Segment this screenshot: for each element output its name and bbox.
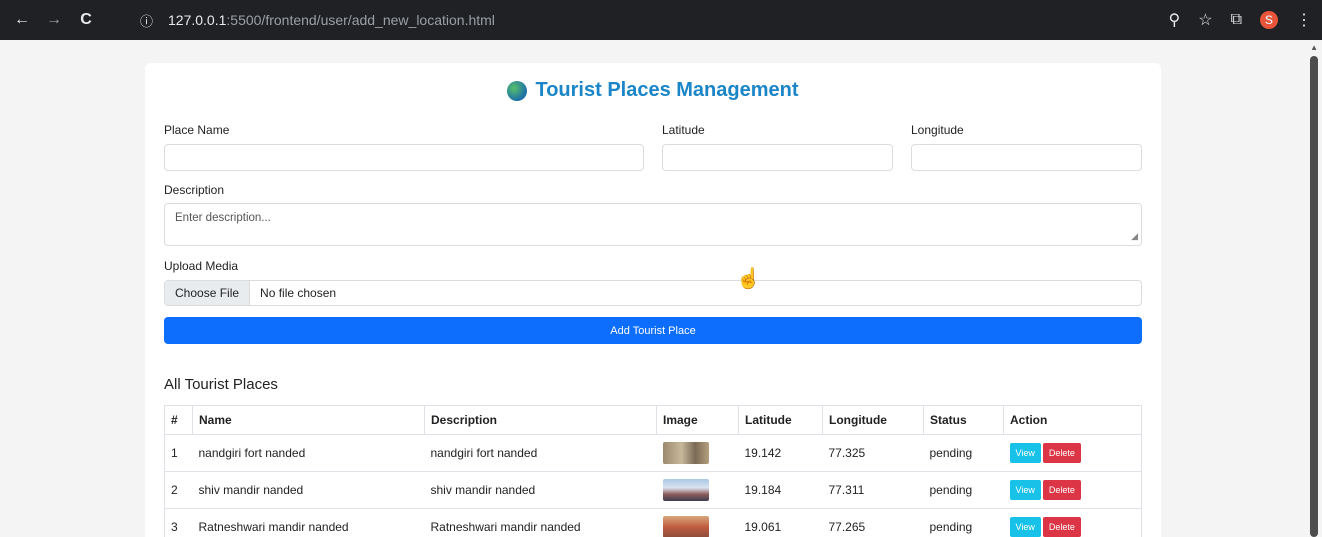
cell-num: 3: [164, 508, 193, 537]
cell-description: nandgiri fort nanded: [424, 434, 657, 472]
description-textarea[interactable]: Enter description... ◢: [164, 203, 1142, 246]
table-row: 1 nandgiri fort nanded nandgiri fort nan…: [164, 434, 1142, 472]
site-info-icon[interactable]: ⓘ: [140, 11, 160, 30]
address-bar[interactable]: ⓘ 127.0.0.1:5500/frontend/user/add_new_l…: [128, 6, 1138, 34]
header-num: #: [164, 405, 193, 435]
cell-num: 1: [164, 434, 193, 472]
cell-status: pending: [923, 471, 1004, 509]
header-action: Action: [1003, 405, 1142, 435]
place-thumbnail: [662, 516, 709, 537]
management-card: Tourist Places Management Place Name Lat…: [145, 63, 1161, 537]
view-button[interactable]: View: [1009, 517, 1041, 537]
header-longitude: Longitude: [822, 405, 924, 435]
view-button[interactable]: View: [1009, 480, 1041, 500]
section-title: All Tourist Places: [164, 376, 278, 393]
url-host: 127.0.0.1: [168, 12, 227, 28]
cell-name: nandgiri fort nanded: [192, 434, 425, 472]
cell-action: View Delete: [1003, 508, 1142, 537]
cell-latitude: 19.142: [738, 434, 823, 472]
place-name-input[interactable]: [164, 144, 644, 171]
zoom-icon[interactable]: ⚲: [1169, 10, 1181, 30]
table-header-row: # Name Description Image Latitude Longit…: [164, 405, 1142, 435]
delete-button[interactable]: Delete: [1042, 443, 1081, 463]
page-title-text: Tourist Places Management: [535, 79, 799, 101]
cell-latitude: 19.061: [738, 508, 823, 537]
add-tourist-place-button[interactable]: Add Tourist Place: [164, 317, 1142, 344]
page-title: Tourist Places Management: [145, 79, 1161, 102]
globe-icon: [507, 80, 528, 101]
latitude-input[interactable]: [662, 144, 893, 171]
header-name: Name: [192, 405, 425, 435]
url-path: :5500/frontend/user/add_new_location.htm…: [226, 12, 495, 28]
resize-handle-icon[interactable]: ◢: [1131, 231, 1138, 242]
cell-longitude: 77.311: [822, 471, 924, 509]
profile-avatar[interactable]: s: [1260, 11, 1278, 29]
place-thumbnail: [662, 479, 709, 501]
forward-icon[interactable]: →: [38, 0, 70, 40]
cell-image: [656, 434, 739, 472]
cell-num: 2: [164, 471, 193, 509]
browser-toolbar: ← → C ⓘ 127.0.0.1:5500/frontend/user/add…: [0, 0, 1322, 40]
table-row: 2 shiv mandir nanded shiv mandir nanded …: [164, 471, 1142, 509]
file-status-text: No file chosen: [260, 286, 337, 300]
file-upload-input[interactable]: Choose File No file chosen: [164, 280, 1142, 306]
cell-action: View Delete: [1003, 471, 1142, 509]
extensions-icon[interactable]: ⧉: [1231, 11, 1242, 29]
header-status: Status: [923, 405, 1004, 435]
cell-name: Ratneshwari mandir nanded: [192, 508, 425, 537]
cell-status: pending: [923, 434, 1004, 472]
delete-button[interactable]: Delete: [1042, 480, 1081, 500]
description-label: Description: [164, 183, 225, 197]
header-image: Image: [656, 405, 739, 435]
cell-description: shiv mandir nanded: [424, 471, 657, 509]
tourist-places-table: # Name Description Image Latitude Longit…: [164, 405, 1142, 537]
cell-longitude: 77.325: [822, 434, 924, 472]
cell-image: [656, 508, 739, 537]
cell-longitude: 77.265: [822, 508, 924, 537]
place-name-label: Place Name: [164, 123, 230, 137]
header-latitude: Latitude: [738, 405, 823, 435]
upload-media-label: Upload Media: [164, 259, 239, 273]
cell-status: pending: [923, 508, 1004, 537]
cell-description: Ratneshwari mandir nanded: [424, 508, 657, 537]
hand-cursor-icon: ☝: [736, 268, 761, 290]
reload-icon[interactable]: C: [70, 0, 102, 40]
star-icon[interactable]: ☆: [1198, 10, 1212, 30]
view-button[interactable]: View: [1009, 443, 1041, 463]
cell-action: View Delete: [1003, 434, 1142, 472]
delete-button[interactable]: Delete: [1042, 517, 1081, 537]
longitude-input[interactable]: [911, 144, 1142, 171]
table-row: 3 Ratneshwari mandir nanded Ratneshwari …: [164, 508, 1142, 537]
scroll-up-icon[interactable]: ▲: [1310, 43, 1318, 52]
menu-icon[interactable]: ⋮: [1296, 10, 1312, 30]
place-thumbnail: [662, 442, 709, 464]
back-icon[interactable]: ←: [6, 0, 38, 40]
description-placeholder: Enter description...: [175, 212, 271, 224]
latitude-label: Latitude: [662, 123, 705, 137]
choose-file-button[interactable]: Choose File: [165, 281, 251, 305]
header-description: Description: [424, 405, 657, 435]
scrollbar-thumb[interactable]: [1310, 56, 1318, 537]
cell-latitude: 19.184: [738, 471, 823, 509]
cell-name: shiv mandir nanded: [192, 471, 425, 509]
cell-image: [656, 471, 739, 509]
longitude-label: Longitude: [911, 123, 964, 137]
